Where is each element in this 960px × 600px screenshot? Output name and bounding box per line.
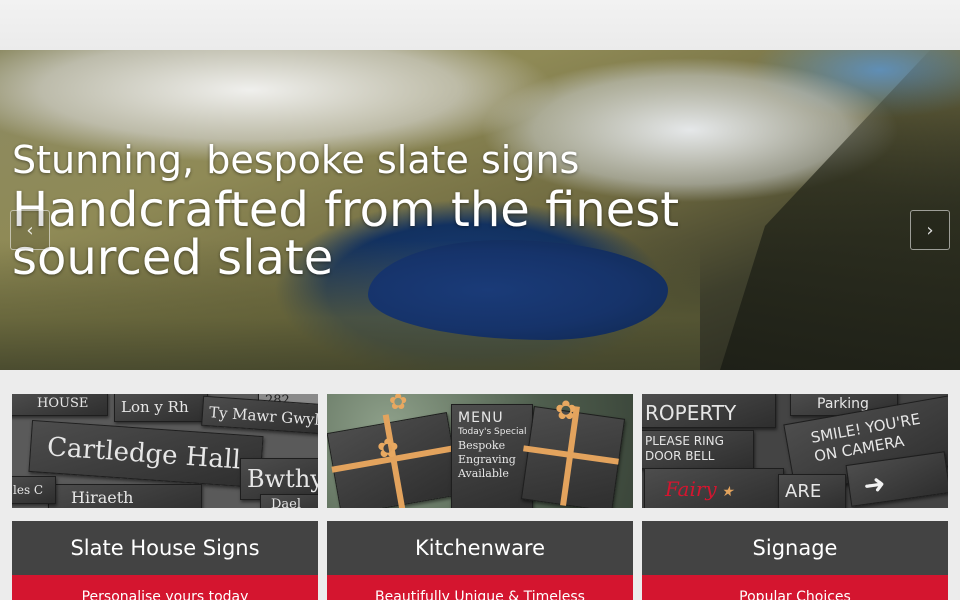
chevron-left-icon: ‹ [26, 219, 34, 241]
bow-icon: ✿ [389, 394, 408, 415]
slate-sign: les C [12, 476, 56, 504]
hero-subtitle: Stunning, bespoke slate signs [12, 138, 580, 182]
hero-carousel: Stunning, bespoke slate signs Handcrafte… [0, 50, 960, 370]
slate-sign: ROPERTY [642, 394, 776, 428]
signage-image: ROPERTY Parking PLEASE RING DOOR BELL SM… [642, 394, 948, 508]
card-title[interactable]: Slate House Signs [12, 521, 318, 575]
menu-slate-line: Available [458, 467, 509, 480]
category-card-signage[interactable]: ROPERTY Parking PLEASE RING DOOR BELL SM… [642, 394, 948, 600]
carousel-next-button[interactable]: › [910, 210, 950, 250]
slate-sign-line: DOOR BELL [645, 449, 715, 463]
top-header-bar [0, 0, 960, 50]
category-card-kitchenware[interactable]: ✿ MENU Today's Special Bespoke Engraving… [327, 394, 633, 600]
slate-sign-text: Fairy [665, 477, 717, 501]
bow-icon: ✿ [555, 396, 577, 426]
slate-sign: Lon y Rh [114, 394, 208, 422]
menu-slate-title: MENU [458, 410, 504, 426]
card-subtitle[interactable]: Popular Choices [642, 575, 948, 600]
slate-sign-line: PLEASE RING [645, 434, 724, 448]
slate-sign: Cartledge Hall [28, 419, 264, 489]
menu-slate-line: Engraving [458, 453, 516, 466]
slate-sign: Dael [260, 494, 318, 508]
chevron-right-icon: › [926, 219, 934, 241]
slate-sign: PLEASE RING DOOR BELL [642, 430, 754, 469]
category-card-house-signs[interactable]: HOUSE Lon y Rh 282 Ty Mawr Gwyl Cartledg… [12, 394, 318, 600]
hero-caption: Stunning, bespoke slate signs Handcrafte… [12, 138, 852, 282]
hero-headline: Handcrafted from the finest sourced slat… [12, 182, 680, 286]
slate-sign: ARE [778, 474, 846, 508]
card-subtitle[interactable]: Beautifully Unique & Timeless [327, 575, 633, 600]
card-title[interactable]: Kitchenware [327, 521, 633, 575]
slate-sign: Hiraeth [48, 484, 202, 508]
card-subtitle[interactable]: Personalise yours today [12, 575, 318, 600]
house-signs-image: HOUSE Lon y Rh 282 Ty Mawr Gwyl Cartledg… [12, 394, 318, 508]
slate-sign: HOUSE [12, 394, 108, 416]
slate-sign: Fairy ★ [644, 468, 784, 508]
category-cards: HOUSE Lon y Rh 282 Ty Mawr Gwyl Cartledg… [12, 394, 948, 600]
menu-slate-line: Bespoke [458, 439, 506, 452]
bow-icon: ✿ [377, 434, 399, 464]
menu-slate: MENU Today's Special Bespoke Engraving A… [451, 404, 533, 508]
carousel-prev-button[interactable]: ‹ [10, 210, 50, 250]
kitchenware-image: ✿ MENU Today's Special Bespoke Engraving… [327, 394, 633, 508]
card-title[interactable]: Signage [642, 521, 948, 575]
menu-slate-line: Today's Special [458, 427, 527, 437]
star-icon: ★ [716, 484, 734, 500]
arrow-right-icon: ➜ [861, 468, 888, 502]
